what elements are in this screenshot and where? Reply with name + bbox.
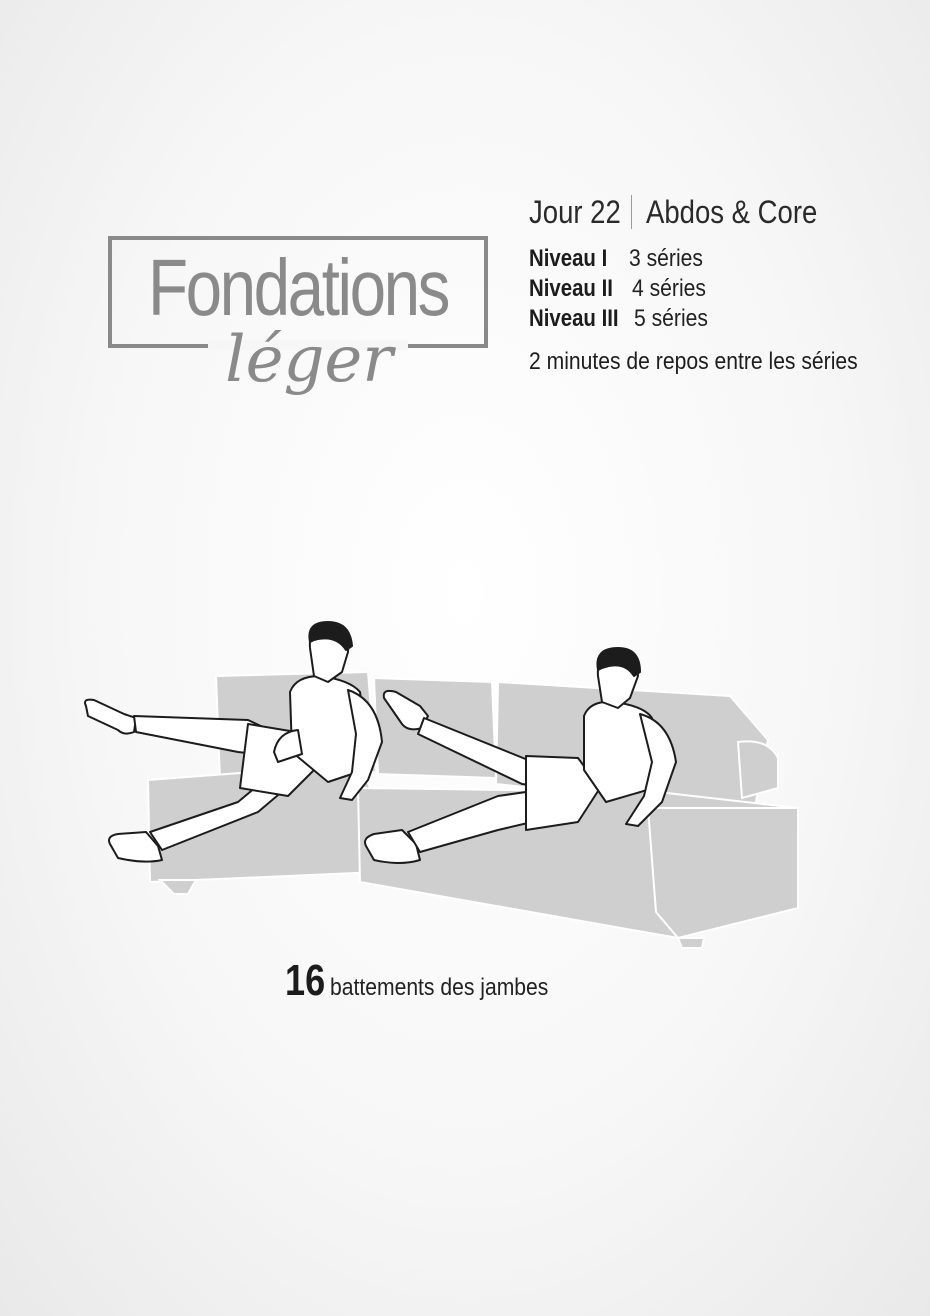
day-label: Jour 22 [529, 193, 621, 230]
couch-flutter-kicks-illustration [84, 621, 799, 949]
level-row: Niveau I 3 séries [529, 244, 718, 274]
level-name: Niveau II [529, 275, 613, 302]
level-sets: 4 séries [632, 275, 706, 302]
exercise-name: battements des jambes [329, 974, 549, 1001]
category-label: Abdos & Core [646, 193, 818, 230]
level-sets: 5 séries [634, 305, 708, 332]
level-sets: 3 séries [629, 245, 703, 272]
level-row: Niveau III 5 séries [529, 304, 718, 334]
rep-count: 16 [285, 956, 326, 1005]
header-divider [631, 195, 632, 229]
logo-subtitle: léger [225, 323, 393, 397]
rest-note: 2 minutes de repos entre les séries [529, 348, 858, 375]
day-header: Jour 22 Abdos & Core [529, 190, 845, 234]
level-list: Niveau I 3 séries Niveau II 4 séries Niv… [529, 244, 718, 334]
logo-title: Fondations [148, 243, 450, 332]
level-name: Niveau III [529, 305, 619, 332]
level-row: Niveau II 4 séries [529, 274, 718, 304]
level-name: Niveau I [529, 245, 608, 272]
program-logo: Fondations léger [108, 236, 492, 426]
exercise-caption: 16 battements des jambes [285, 956, 578, 1006]
